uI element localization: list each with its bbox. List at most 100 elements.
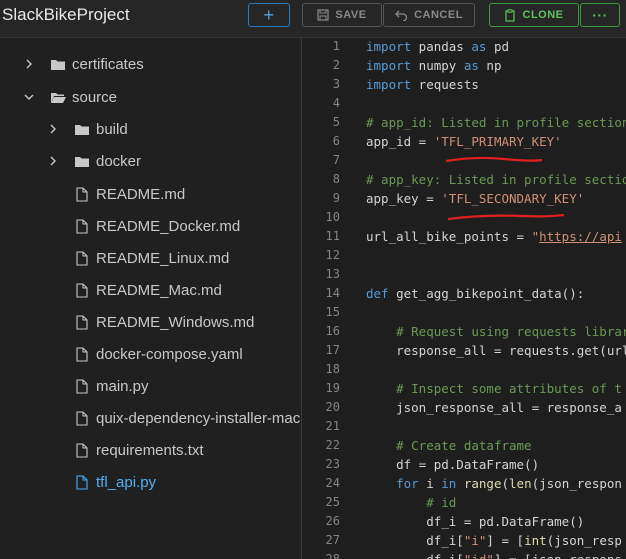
code-line[interactable]: # app_id: Listed in profile section [366,115,626,130]
tree-item-label: README_Docker.md [96,217,241,235]
line-number: 26 [325,514,340,528]
tree-file-docker-compose[interactable]: docker-compose.yaml [74,342,243,366]
line-number: 5 [332,115,340,129]
tree-item-label: certificates [72,55,144,73]
cancel-label: CANCEL [414,9,463,21]
tree-file-tfl-api[interactable]: tfl_api.py [74,470,156,494]
code-line[interactable]: import numpy as np [366,58,501,73]
file-icon [74,442,90,458]
tree-item-label: docker-compose.yaml [96,345,243,363]
code-line[interactable]: df_i["i"] = [int(json_resp [366,533,622,548]
tree-item-label: quix-dependency-installer-mac [96,409,301,427]
file-tree: certificates source build docker README.… [0,38,301,559]
folder-icon [74,123,90,136]
line-number: 23 [325,457,340,471]
code-line[interactable]: import pandas as pd [366,39,509,54]
line-number: 27 [325,533,340,547]
code-line[interactable]: import requests [366,77,479,92]
line-number: 21 [325,419,340,433]
line-number: 14 [325,286,340,300]
line-number: 7 [332,153,340,167]
line-number: 6 [332,134,340,148]
line-number: 3 [332,77,340,91]
tree-file-readme-linux[interactable]: README_Linux.md [74,246,229,270]
code-line[interactable]: for i in range(len(json_respon [366,476,622,491]
line-number: 13 [325,267,340,281]
tree-file-readme-docker[interactable]: README_Docker.md [74,214,240,238]
tree-item-label: README.md [96,185,186,203]
tree-item-label: main.py [96,377,149,395]
tree-item-label: tfl_api.py [96,473,157,491]
line-number: 8 [332,172,340,186]
file-icon [74,378,90,394]
undo-icon [395,9,408,21]
file-icon [74,218,90,234]
chevron-right-icon [22,58,36,70]
tree-item-label: README_Mac.md [96,281,222,299]
tree-file-readme[interactable]: README.md [74,182,185,206]
line-number: 1 [332,39,340,53]
floppy-icon [317,9,330,21]
line-number: 17 [325,343,340,357]
tree-file-readme-windows[interactable]: README_Windows.md [74,310,254,334]
code-line[interactable]: # app_key: Listed in profile section [366,172,626,187]
file-icon [74,346,90,362]
clone-button[interactable]: CLONE [489,3,579,27]
file-icon [74,250,90,266]
code-line[interactable]: # id [366,495,456,510]
folder-icon [74,155,90,168]
code-line[interactable]: df_i = pd.DataFrame() [366,514,584,529]
line-number: 28 [325,552,340,559]
line-number: 16 [325,324,340,338]
tree-file-readme-mac[interactable]: README_Mac.md [74,278,222,302]
line-number: 11 [325,229,340,243]
tree-folder-source[interactable]: source [22,85,117,109]
file-icon [74,474,90,490]
tree-file-main-py[interactable]: main.py [74,374,149,398]
tree-file-requirements[interactable]: requirements.txt [74,438,204,462]
line-number: 9 [332,191,340,205]
line-number: 4 [332,96,340,110]
code-line[interactable]: url_all_bike_points = "https://api [366,229,622,244]
tree-item-label: source [72,88,118,106]
code-line[interactable]: def get_agg_bikepoint_data(): [366,286,584,301]
code-line[interactable]: app_key = 'TFL_SECONDARY_KEY' [366,191,584,206]
code-line[interactable]: # Create dataframe [366,438,531,453]
line-number: 15 [325,305,340,319]
file-icon [74,314,90,330]
tree-item-label: README_Linux.md [96,249,230,267]
cancel-button[interactable]: CANCEL [383,3,475,27]
chevron-right-icon [46,123,60,135]
red-underline-annotation [445,156,543,163]
code-line[interactable]: json_response_all = response_a [366,400,622,415]
code-line[interactable]: # Request using requests library [366,324,626,339]
tree-folder-docker[interactable]: docker [46,149,141,173]
more-button[interactable]: ··· [580,3,620,27]
line-number: 24 [325,476,340,490]
clone-label: CLONE [522,9,564,21]
tree-file-quix-installer[interactable]: quix-dependency-installer-mac [74,406,300,430]
line-number: 20 [325,400,340,414]
code-line[interactable]: # Inspect some attributes of t [366,381,622,396]
tree-folder-build[interactable]: build [46,117,128,141]
line-number: 10 [325,210,340,224]
tree-folder-certificates[interactable]: certificates [22,52,144,76]
code-editor[interactable]: 1 2 3 4 5 6 7 8 9 10 11 12 13 14 15 16 17 18 19 20 21 22 23 24 2… [302,38,626,559]
line-number: 12 [325,248,340,262]
code-line[interactable]: response_all = requests.get(url [366,343,626,358]
line-number: 19 [325,381,340,395]
save-label: SAVE [335,9,367,21]
line-number: 22 [325,438,340,452]
tree-item-label: README_Windows.md [96,313,255,331]
code-line[interactable]: app_id = 'TFL_PRIMARY_KEY' [366,134,562,149]
folder-icon [50,58,66,71]
file-icon [74,282,90,298]
chevron-right-icon [46,155,60,167]
file-icon [74,186,90,202]
save-button[interactable]: SAVE [302,3,382,27]
project-title: SlackBikeProject [2,5,130,24]
code-line[interactable]: df = pd.DataFrame() [366,457,539,472]
add-button[interactable]: + [248,3,290,27]
code-line[interactable]: df_i["id"] = [json_respons [366,552,622,559]
line-number: 18 [325,362,340,376]
